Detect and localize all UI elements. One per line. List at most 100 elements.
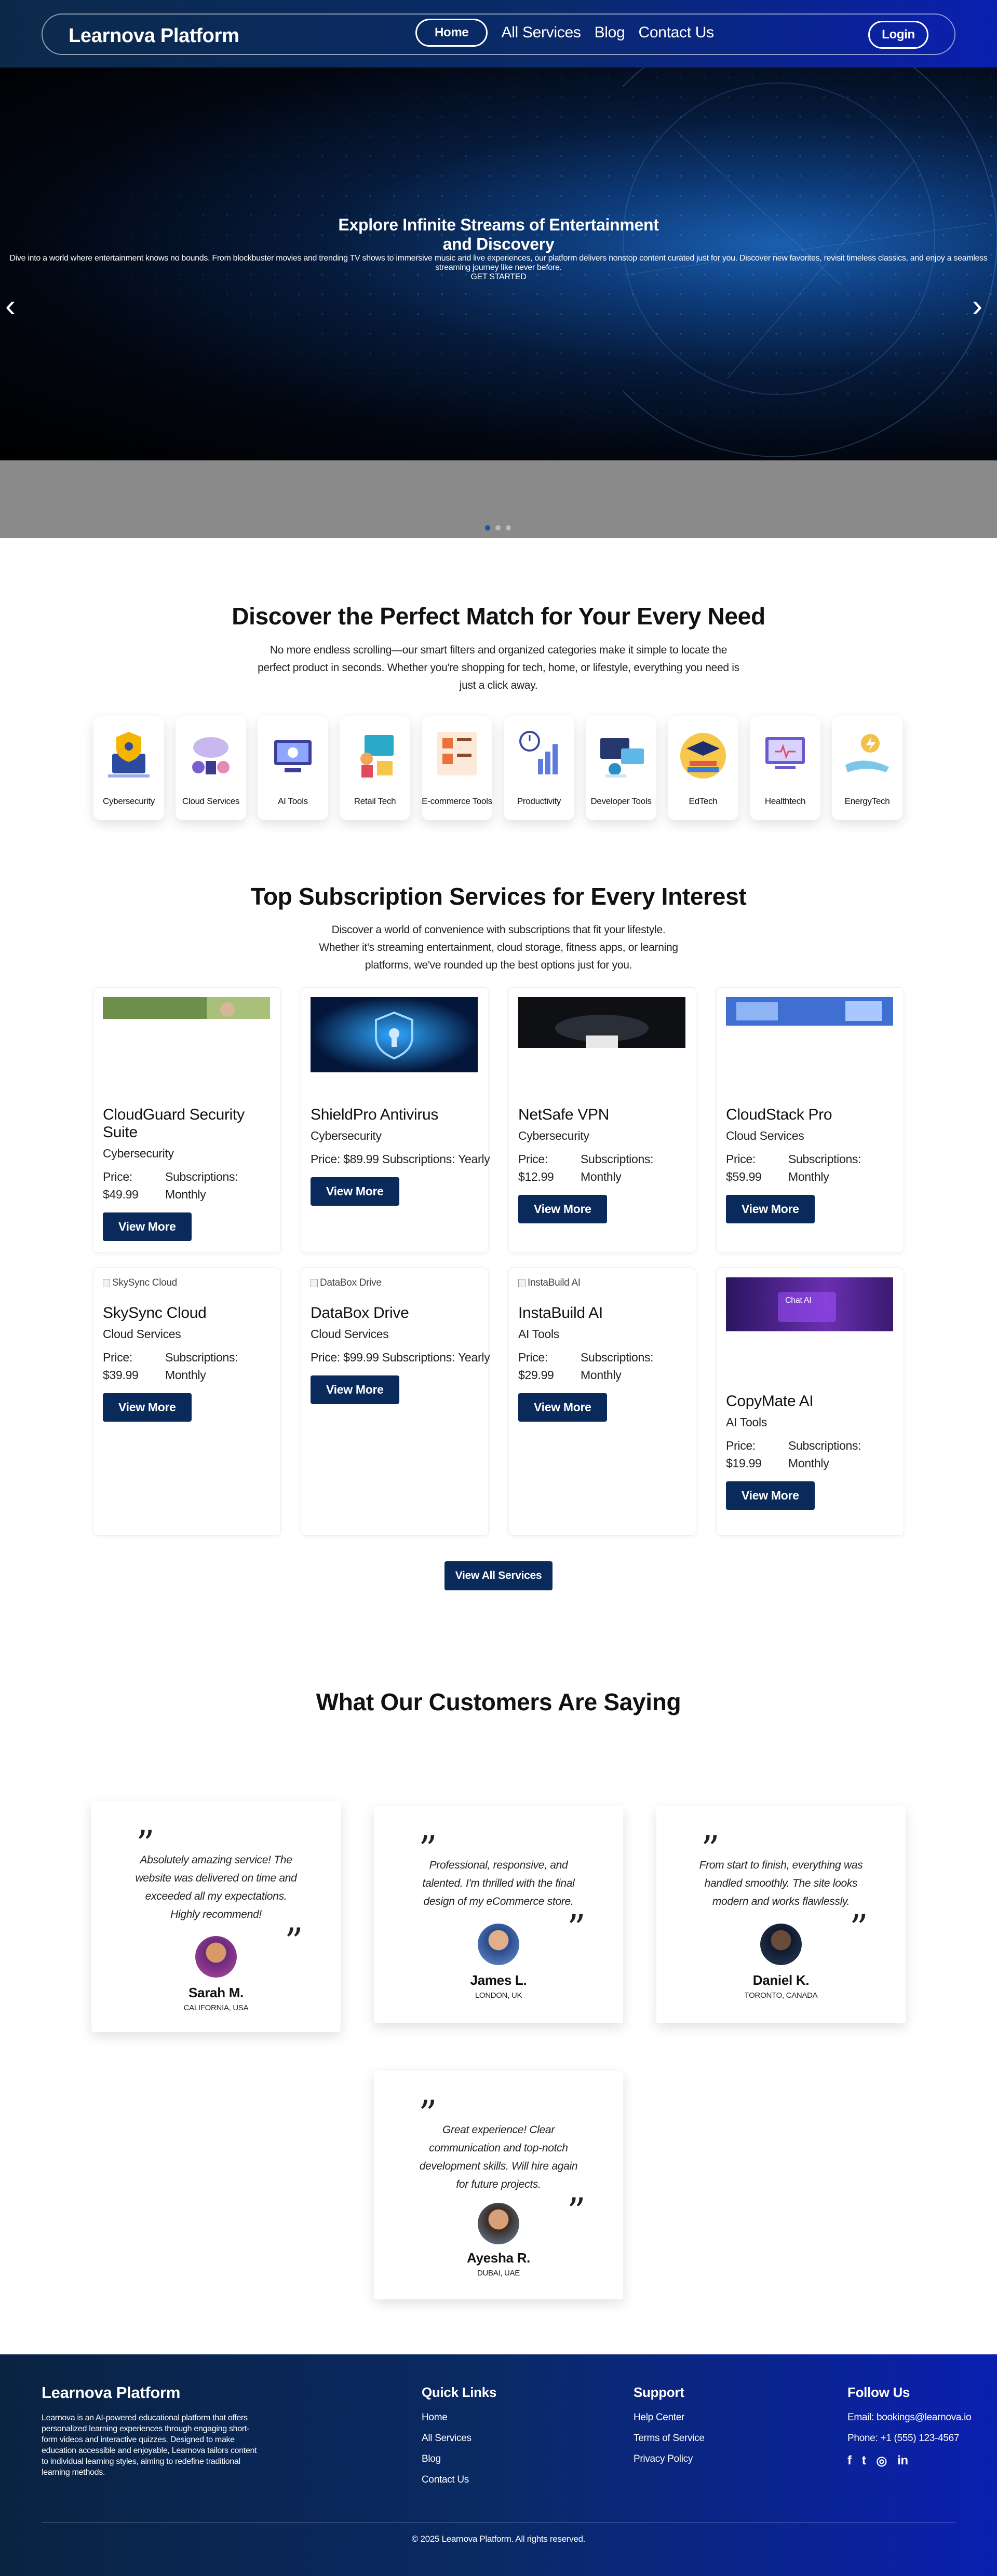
service-name: InstaBuild AI [518, 1304, 603, 1321]
service-price: $89.99 [343, 1152, 379, 1166]
service-card: NetSafe VPN Cybersecurity Price: $12.99 Su… [509, 988, 696, 1252]
testimonial-location: DUBAI, UAE [477, 2269, 520, 2278]
view-more-button[interactable]: View More [518, 1393, 607, 1422]
chevron-right-icon[interactable]: › [972, 288, 982, 323]
view-more-button[interactable]: View More [103, 1393, 192, 1422]
view-more-button[interactable]: View More [518, 1195, 607, 1223]
brand-logo[interactable]: Learnova Platform [69, 25, 239, 47]
nav-links: Home All Services Blog Contact Us [415, 19, 714, 47]
ai-tools-illustration-icon [274, 740, 312, 772]
service-category: AI Tools [726, 1415, 767, 1429]
top-navbar: Learnova Platform Home All Services Blog… [0, 0, 997, 67]
service-subscription: Yearly [458, 1152, 490, 1166]
slider-dot[interactable] [495, 525, 501, 530]
testimonial-location: TORONTO, CANADA [744, 1991, 818, 2000]
cybersecurity-illustration-icon [108, 732, 150, 778]
service-image [726, 997, 893, 1026]
nav-link-home[interactable]: Home [415, 19, 488, 47]
service-subscription: Monthly [788, 1170, 829, 1183]
service-subscription: Monthly [788, 1456, 829, 1470]
linkedin-icon[interactable]: in [897, 2454, 908, 2469]
footer-brand[interactable]: Learnova Platform [42, 2383, 180, 2402]
ecommerce-tools-illustration-icon [437, 732, 477, 775]
footer-link-blog[interactable]: Blog [422, 2454, 496, 2465]
support-title: Support [634, 2384, 684, 2400]
nav-link-contact[interactable]: Contact Us [638, 24, 714, 42]
service-price: $59.99 [726, 1170, 762, 1183]
slider-dot[interactable] [485, 525, 490, 530]
category-ai-tools[interactable]: AI Tools [258, 716, 328, 820]
twitter-icon[interactable]: t [862, 2454, 866, 2469]
view-all-services-button[interactable]: View All Services [444, 1561, 553, 1590]
slider-dot[interactable] [506, 525, 511, 530]
view-more-button[interactable]: View More [311, 1177, 399, 1206]
category-ecommerce-tools[interactable]: E-commerce Tools [422, 716, 492, 820]
category-productivity[interactable]: Productivity [504, 716, 574, 820]
broken-image-icon: SkySync Cloud [103, 1277, 270, 1289]
category-developer-tools[interactable]: Developer Tools [586, 716, 656, 820]
social-icons: f t ◎ in [847, 2454, 971, 2469]
footer-divider [42, 2522, 955, 2523]
category-cloud-services[interactable]: Cloud Services [176, 716, 246, 820]
service-image [518, 997, 685, 1048]
testimonial-text: Great experience! Clear communication an… [419, 2124, 578, 2190]
view-more-button[interactable]: View More [103, 1212, 192, 1241]
get-started-button[interactable]: GET STARTED [0, 272, 997, 282]
testimonial-card: ” Professional, responsive, and talented… [374, 1806, 623, 2023]
service-price: $19.99 [726, 1456, 762, 1470]
service-subscription: Monthly [165, 1188, 206, 1201]
service-price: $12.99 [518, 1170, 554, 1183]
service-name: NetSafe VPN [518, 1106, 610, 1123]
view-more-button[interactable]: View More [311, 1375, 399, 1404]
service-price: $49.99 [103, 1188, 139, 1201]
testimonial-text: Absolutely amazing service! The website … [135, 1854, 297, 1920]
category-healthtech[interactable]: Healthtech [750, 716, 820, 820]
service-image: Chat AI [726, 1277, 893, 1331]
category-edtech[interactable]: EdTech [668, 716, 738, 820]
testimonial-text: Professional, responsive, and talented. … [422, 1859, 575, 1907]
service-card: CloudStack Pro Cloud Services Price: $59.… [717, 988, 904, 1252]
nav-link-all-services[interactable]: All Services [501, 24, 581, 42]
avatar [478, 2203, 519, 2244]
service-price: $39.99 [103, 1368, 139, 1382]
footer-link-help-center[interactable]: Help Center [634, 2412, 705, 2423]
hero-content: Explore Infinite Streams of Entertainmen… [0, 215, 997, 282]
service-price: $29.99 [518, 1368, 554, 1382]
footer-phone[interactable]: Phone: +1 (555) 123-4567 [847, 2433, 971, 2444]
footer-link-all-services[interactable]: All Services [422, 2433, 496, 2444]
healthtech-illustration-icon [765, 737, 805, 769]
footer-link-terms[interactable]: Terms of Service [634, 2433, 705, 2444]
service-category: Cybersecurity [103, 1147, 174, 1160]
service-image [311, 997, 478, 1072]
follow-title: Follow Us [847, 2384, 910, 2400]
view-more-button[interactable]: View More [726, 1481, 815, 1510]
category-retail-tech[interactable]: Retail Tech [340, 716, 410, 820]
energytech-illustration-icon [845, 734, 889, 772]
footer-email[interactable]: Email: bookings@learnova.io [847, 2412, 972, 2423]
nav-link-blog[interactable]: Blog [595, 24, 625, 42]
testimonial-location: LONDON, UK [475, 1991, 522, 2000]
follow-column: Follow Us Email: bookings@learnova.io Ph… [847, 2384, 972, 2469]
chevron-left-icon[interactable]: ‹ [5, 288, 16, 323]
productivity-illustration-icon [519, 731, 558, 774]
service-subscription: Monthly [581, 1170, 622, 1183]
quick-links-title: Quick Links [422, 2384, 497, 2400]
hero-title: Explore Infinite Streams of Entertainmen… [338, 215, 659, 253]
category-energytech[interactable]: EnergyTech [832, 716, 902, 820]
service-category: Cybersecurity [311, 1129, 382, 1142]
view-more-button[interactable]: View More [726, 1195, 815, 1223]
footer-link-privacy[interactable]: Privacy Policy [634, 2454, 705, 2465]
footer: Learnova Platform Learnova is an AI-powe… [0, 2354, 997, 2576]
testimonial-name: Daniel K. [752, 1972, 810, 1988]
service-card: CloudGuard Security Suite Cybersecurity … [93, 988, 280, 1252]
facebook-icon[interactable]: f [847, 2454, 852, 2469]
category-cybersecurity[interactable]: Cybersecurity [93, 716, 164, 820]
footer-link-contact[interactable]: Contact Us [422, 2474, 496, 2486]
footer-link-home[interactable]: Home [422, 2412, 496, 2423]
broken-image-icon: InstaBuild AI [518, 1277, 685, 1289]
avatar [478, 1924, 519, 1965]
instagram-icon[interactable]: ◎ [876, 2454, 887, 2469]
login-button[interactable]: Login [868, 21, 928, 49]
service-image [103, 997, 270, 1019]
service-card: DataBox Drive DataBox Drive Cloud Servic… [301, 1268, 490, 1535]
